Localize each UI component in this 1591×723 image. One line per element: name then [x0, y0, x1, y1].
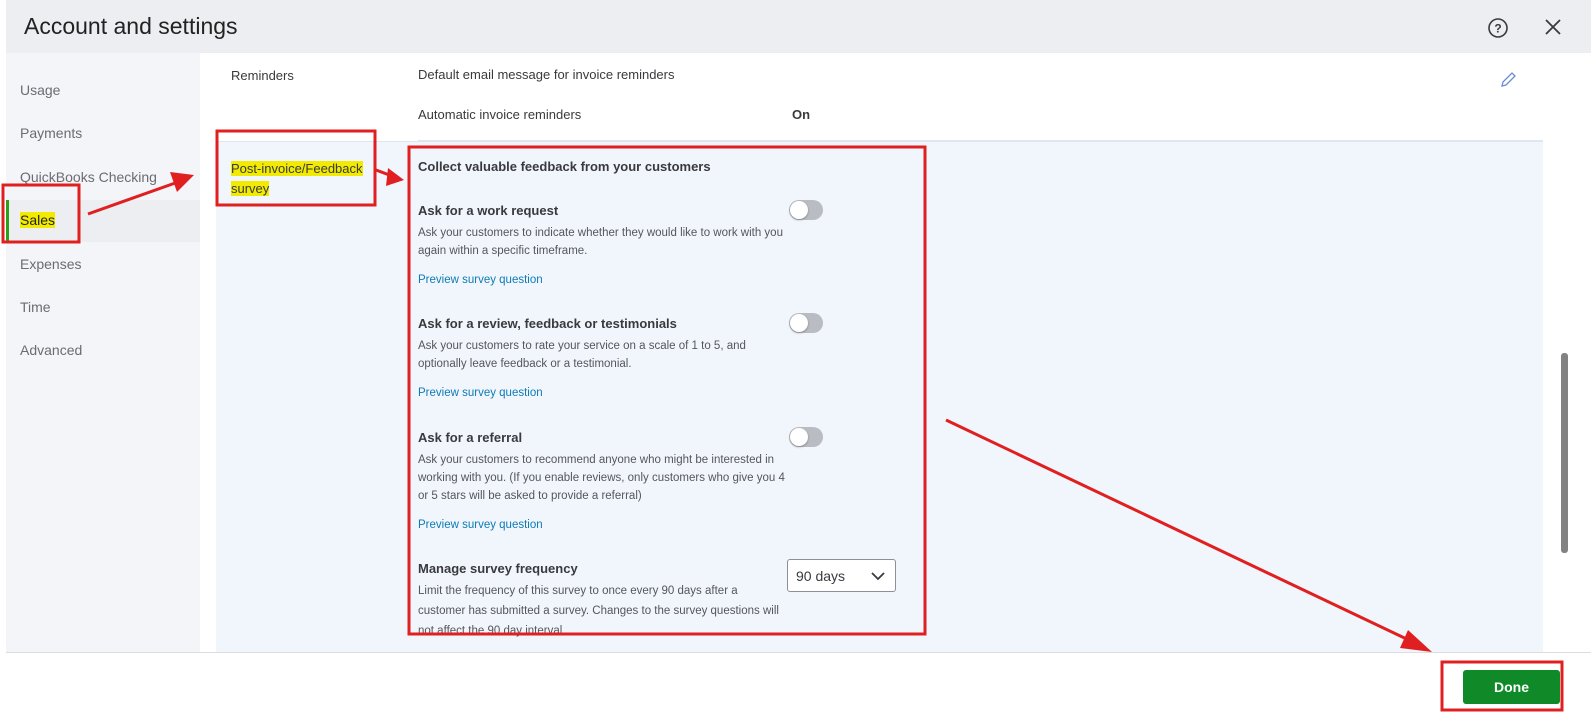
review-toggle[interactable]: [789, 313, 823, 333]
work-request-toggle[interactable]: [789, 200, 823, 220]
review-desc: Ask your customers to rate your service …: [418, 340, 746, 370]
scrollbar[interactable]: [1561, 353, 1568, 553]
survey-heading: Collect valuable feedback from your cust…: [418, 159, 711, 174]
auto-reminders-label: Automatic invoice reminders: [418, 107, 582, 122]
referral-preview-link[interactable]: Preview survey question: [418, 519, 543, 531]
svg-text:?: ?: [1494, 22, 1501, 36]
default-email-label: Default email message for invoice remind…: [418, 67, 675, 82]
sidebar-item-sales[interactable]: Sales: [20, 212, 56, 228]
sidebar-item-expenses[interactable]: Expenses: [20, 256, 81, 272]
sidebar-item-quickbooks-checking[interactable]: QuickBooks Checking: [20, 169, 157, 185]
frequency-desc: Limit the frequency of this survey to on…: [418, 585, 779, 637]
referral-title: Ask for a referral: [418, 430, 523, 445]
sidebar-item-usage[interactable]: Usage: [20, 82, 60, 98]
chevron-down-icon: [871, 572, 885, 581]
frequency-select[interactable]: 90 days: [787, 559, 896, 592]
sidebar-item-advanced[interactable]: Advanced: [20, 342, 82, 358]
work-request-desc: Ask your customers to indicate whether t…: [418, 227, 783, 257]
close-icon[interactable]: [1544, 18, 1562, 36]
auto-reminders-value: On: [792, 107, 811, 122]
review-title: Ask for a review, feedback or testimonia…: [418, 316, 677, 331]
review-preview-link[interactable]: Preview survey question: [418, 387, 543, 399]
sidebar-item-payments[interactable]: Payments: [20, 125, 82, 141]
work-request-title: Ask for a work request: [418, 203, 559, 218]
question-circle-icon[interactable]: ?: [1487, 17, 1509, 39]
referral-desc: Ask your customers to recommend anyone w…: [418, 454, 785, 502]
frequency-select-value: 90 days: [796, 568, 846, 584]
footer: [6, 652, 1591, 723]
pencil-edit-icon[interactable]: [1499, 71, 1517, 89]
frequency-title: Manage survey frequency: [418, 561, 578, 576]
done-button[interactable]: Done: [1463, 670, 1560, 704]
page-title: Account and settings: [24, 13, 238, 39]
referral-toggle[interactable]: [789, 427, 823, 447]
sidebar-item-time[interactable]: Time: [20, 299, 51, 315]
work-request-preview-link[interactable]: Preview survey question: [418, 274, 543, 286]
header: [6, 0, 1591, 53]
reminders-label: Reminders: [231, 68, 294, 83]
survey-section-label: Post-invoice/Feedback survey: [231, 161, 363, 196]
